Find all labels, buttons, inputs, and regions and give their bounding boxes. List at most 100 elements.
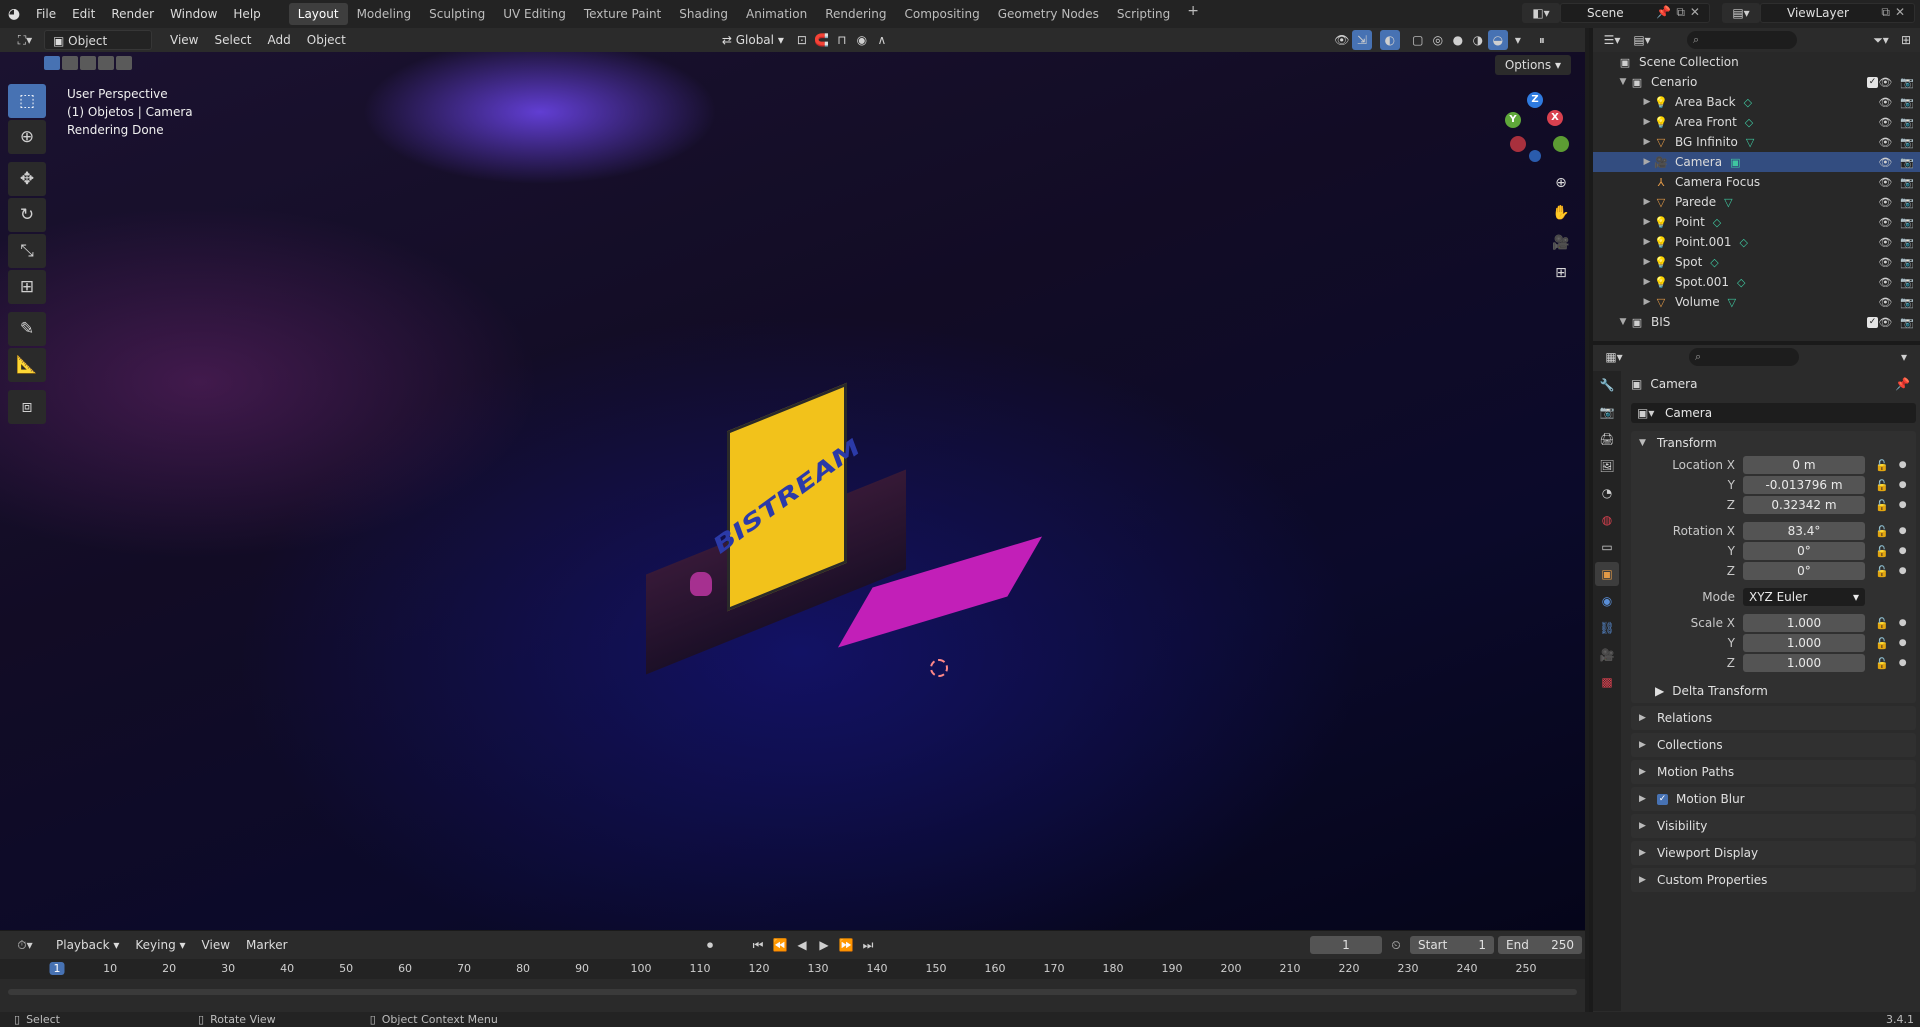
keyframe-dot-icon[interactable]: ● <box>1899 526 1907 536</box>
falloff-icon[interactable]: ∧ <box>872 30 892 50</box>
outliner-item[interactable]: ▶ ▽ BG Infinito ▽ 👁 📷 <box>1593 132 1920 152</box>
world-tab-icon[interactable]: ◍ <box>1595 508 1619 532</box>
outliner-collection-cenario[interactable]: ▼ ▣ Cenario ✓ 👁 📷 <box>1593 72 1920 92</box>
outliner-item[interactable]: ▶ 💡 Area Front ◇ 👁 📷 <box>1593 112 1920 132</box>
lock-icon[interactable]: 🔓 <box>1875 637 1889 650</box>
shading-rendered-icon[interactable]: ◒ <box>1487 30 1508 50</box>
rotation-x-field[interactable]: 83.4° <box>1743 522 1865 540</box>
menu-render[interactable]: Render <box>103 3 162 25</box>
expand-arrow-icon[interactable]: ▶ <box>1641 117 1653 127</box>
new-collection-icon[interactable]: ⊞ <box>1896 30 1916 50</box>
location-y-field[interactable]: -0.013796 m <box>1743 476 1865 494</box>
collection-checkbox[interactable]: ✓ <box>1867 316 1878 328</box>
tab-sculpting[interactable]: Sculpting <box>420 3 494 25</box>
render-camera-icon[interactable]: 📷 <box>1900 276 1914 289</box>
object-tab-icon[interactable]: ▣ <box>1595 562 1619 586</box>
display-mode-icon[interactable]: ▤▾ <box>1627 30 1657 50</box>
timeline-track-area[interactable] <box>0 979 1585 1013</box>
keyframe-dot-icon[interactable]: ● <box>1899 500 1907 510</box>
collection-checkbox[interactable]: ✓ <box>1867 76 1878 88</box>
output-tab-icon[interactable]: 🖨 <box>1595 427 1619 451</box>
gizmo-neg-y-icon[interactable] <box>1553 136 1569 152</box>
outliner-collection-bis[interactable]: ▼ ▣ BIS ✓ 👁 📷 <box>1593 312 1920 332</box>
rotation-z-field[interactable]: 0° <box>1743 562 1865 580</box>
eye-icon[interactable]: 👁 <box>1878 256 1892 269</box>
tab-geometry-nodes[interactable]: Geometry Nodes <box>989 3 1108 25</box>
keyframe-dot-icon[interactable]: ● <box>1899 546 1907 556</box>
panel-header[interactable]: ▶ Motion Paths <box>1631 760 1916 784</box>
keyframe-dot-icon[interactable]: ● <box>1899 566 1907 576</box>
select-intersect-icon[interactable] <box>98 56 114 70</box>
eye-icon[interactable]: 👁 <box>1878 176 1892 189</box>
render-camera-icon[interactable]: 📷 <box>1900 196 1914 209</box>
panel-header[interactable]: ▶ Collections <box>1631 733 1916 757</box>
shading-wireframe-icon[interactable]: ◎ <box>1428 30 1448 50</box>
xray-icon[interactable]: ▢ <box>1408 30 1428 50</box>
keyframe-dot-icon[interactable]: ● <box>1899 658 1907 668</box>
eye-icon[interactable]: 👁 <box>1878 276 1892 289</box>
annotate-tool-icon[interactable]: ✎ <box>8 312 46 346</box>
move-tool-icon[interactable]: ✥ <box>8 162 46 196</box>
zoom-icon[interactable]: ⊕ <box>1548 170 1574 196</box>
camera-data-icon[interactable]: ▣ <box>1730 156 1740 169</box>
menu-file[interactable]: File <box>28 3 64 25</box>
light-data-icon[interactable]: ◇ <box>1744 96 1752 109</box>
jump-start-icon[interactable]: ⏮ <box>748 935 768 955</box>
render-camera-icon[interactable]: 📷 <box>1900 256 1914 269</box>
outliner-scene-collection[interactable]: ▣ Scene Collection <box>1593 52 1920 72</box>
mesh-data-icon[interactable]: ▽ <box>1746 136 1754 149</box>
menu-object[interactable]: Object <box>299 30 354 50</box>
constraints-tab-icon[interactable]: ⛓ <box>1595 616 1619 640</box>
jump-keyframe-forward-icon[interactable]: ⏩ <box>836 935 856 955</box>
navigation-gizmo[interactable]: Z Y X <box>1505 92 1569 162</box>
mesh-data-icon[interactable]: ▽ <box>1728 296 1736 309</box>
menu-window[interactable]: Window <box>162 3 225 25</box>
keyframe-dot-icon[interactable]: ● <box>1899 460 1907 470</box>
texture-tab-icon[interactable]: ▩ <box>1595 670 1619 694</box>
lock-icon[interactable]: 🔓 <box>1875 565 1889 578</box>
gizmo-neg-z-icon[interactable] <box>1529 150 1541 162</box>
tool-tab-icon[interactable]: 🔧 <box>1595 373 1619 397</box>
pivot-icon[interactable]: ⊡ <box>792 30 812 50</box>
expand-arrow-icon[interactable]: ▶ <box>1641 197 1653 207</box>
mode-select[interactable]: ▣ Object Mode ▾ <box>44 30 152 68</box>
gizmo-toggle-icon[interactable]: ⇲ <box>1351 30 1372 50</box>
eye-icon[interactable]: 👁 <box>1878 136 1892 149</box>
physics-tab-icon[interactable]: ◉ <box>1595 589 1619 613</box>
snap-icon[interactable]: 🧲 <box>812 30 832 50</box>
panel-header[interactable]: ▶ ✓ Motion Blur <box>1631 787 1916 811</box>
measure-tool-icon[interactable]: 📐 <box>8 348 46 382</box>
viewlayer-selector-icon[interactable]: ▤▾ <box>1722 3 1760 23</box>
start-frame-field[interactable]: Start 1 <box>1410 936 1494 954</box>
menu-add[interactable]: Add <box>260 30 299 50</box>
light-data-icon[interactable]: ◇ <box>1737 276 1745 289</box>
rotation-mode-select[interactable]: XYZ Euler ▾ <box>1743 588 1865 606</box>
eye-icon[interactable]: 👁 <box>1878 196 1892 209</box>
select-invert-icon[interactable] <box>116 56 132 70</box>
eye-icon[interactable]: 👁 <box>1878 216 1892 229</box>
tab-animation[interactable]: Animation <box>737 3 816 25</box>
render-camera-icon[interactable]: 📷 <box>1900 116 1914 129</box>
expand-arrow-icon[interactable]: ▶ <box>1641 277 1653 287</box>
light-data-icon[interactable]: ◇ <box>1710 256 1718 269</box>
shading-options-icon[interactable]: ▾ <box>1508 30 1528 50</box>
outliner-item[interactable]: ▶ 💡 Area Back ◇ 👁 📷 <box>1593 92 1920 112</box>
render-camera-icon[interactable]: 📷 <box>1900 296 1914 309</box>
panel-header[interactable]: ▶ Visibility <box>1631 814 1916 838</box>
outliner-editor-type-icon[interactable]: ☰▾ <box>1597 30 1627 50</box>
tab-compositing[interactable]: Compositing <box>895 3 988 25</box>
eye-icon[interactable]: 👁 <box>1878 156 1892 169</box>
outliner-search-input[interactable]: ⌕ <box>1687 31 1797 49</box>
options-button[interactable]: Options ▾ <box>1494 55 1571 75</box>
play-reverse-icon[interactable]: ◀ <box>792 935 812 955</box>
overlay-toggle-icon[interactable]: ◐ <box>1379 30 1400 50</box>
lock-icon[interactable]: 🔓 <box>1875 499 1889 512</box>
cursor-tool-icon[interactable]: ⊕ <box>8 120 46 154</box>
snap-target-icon[interactable]: ⊓ <box>832 30 852 50</box>
lock-icon[interactable]: 🔓 <box>1875 525 1889 538</box>
location-z-field[interactable]: 0.32342 m <box>1743 496 1865 514</box>
expand-arrow-icon[interactable]: ▶ <box>1641 97 1653 107</box>
jump-end-icon[interactable]: ⏭ <box>858 935 878 955</box>
transform-panel-header[interactable]: ▼ Transform <box>1631 431 1916 455</box>
expand-arrow-icon[interactable]: ▶ <box>1641 297 1653 307</box>
